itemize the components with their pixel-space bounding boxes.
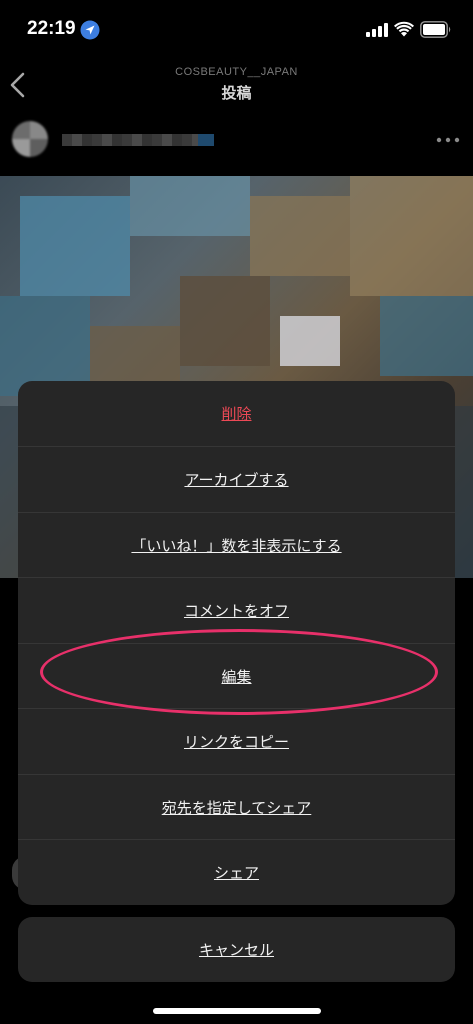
image-pixel-block [250, 196, 350, 276]
image-pixel-block [90, 326, 180, 381]
image-pixel-block [280, 316, 340, 366]
edit-button[interactable]: 編集 [18, 643, 455, 708]
avatar[interactable] [12, 121, 48, 157]
battery-icon [420, 21, 451, 38]
page-title: 投稿 [221, 84, 252, 102]
image-pixel-block [130, 176, 250, 236]
cancel-button[interactable]: キャンセル [18, 917, 455, 982]
blurred-username-tag [198, 134, 214, 146]
image-pixel-block [180, 276, 270, 366]
home-indicator [153, 1008, 321, 1014]
blurred-username[interactable] [62, 134, 214, 146]
copy-link-button[interactable]: リンクをコピー [18, 708, 455, 773]
nav-header: COSBEAUTY__JAPAN 投稿 [0, 58, 473, 118]
archive-button[interactable]: アーカイブする [18, 446, 455, 511]
turn-off-comments-button[interactable]: コメントをオフ [18, 577, 455, 642]
hide-like-count-button[interactable]: 「いいね！」数を非表示にする [18, 512, 455, 577]
share-button[interactable]: シェア [18, 839, 455, 904]
image-pixel-block [380, 296, 473, 376]
post-header [0, 118, 473, 176]
image-pixel-block [350, 176, 473, 296]
location-arrow-icon [80, 20, 100, 40]
more-options-icon[interactable] [436, 136, 460, 144]
action-sheet: 削除 アーカイブする 「いいね！」数を非表示にする コメントをオフ 編集 リンク… [18, 381, 455, 905]
status-bar: 22:19 [0, 0, 473, 58]
image-pixel-block [20, 196, 130, 296]
cellular-signal-icon [366, 23, 388, 37]
status-time: 22:19 [27, 18, 76, 39]
share-to-button[interactable]: 宛先を指定してシェア [18, 774, 455, 839]
wifi-icon [394, 21, 414, 37]
delete-button[interactable]: 削除 [18, 381, 455, 446]
account-name: COSBEAUTY__JAPAN [175, 66, 298, 78]
